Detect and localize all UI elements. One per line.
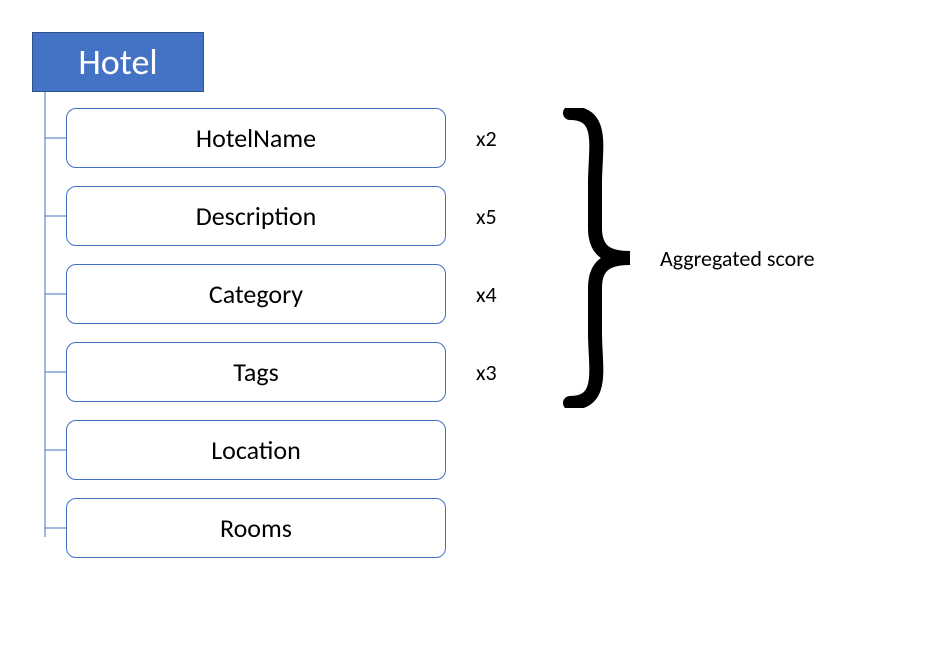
child-row: Category x4 — [66, 264, 516, 324]
child-nodes-container: HotelName x2 Description x5 Category x4 … — [66, 108, 516, 576]
child-label: Location — [211, 434, 301, 466]
root-node-hotel: Hotel — [32, 32, 204, 92]
child-node-location: Location — [66, 420, 446, 480]
child-row: Description x5 — [66, 186, 516, 246]
multiplier-label: x5 — [476, 203, 516, 230]
multiplier-label: x3 — [476, 359, 516, 386]
tree-connector-lines — [44, 92, 68, 582]
multiplier-label: x2 — [476, 125, 516, 152]
child-label: HotelName — [196, 122, 316, 154]
brace-icon — [560, 108, 650, 408]
child-label: Category — [209, 278, 303, 310]
root-label: Hotel — [78, 40, 157, 84]
child-node-tags: Tags — [66, 342, 446, 402]
child-node-rooms: Rooms — [66, 498, 446, 558]
child-node-hotelname: HotelName — [66, 108, 446, 168]
child-row: HotelName x2 — [66, 108, 516, 168]
child-label: Tags — [233, 356, 279, 388]
child-row: Location — [66, 420, 516, 480]
child-label: Rooms — [220, 512, 292, 544]
child-row: Tags x3 — [66, 342, 516, 402]
child-row: Rooms — [66, 498, 516, 558]
child-label: Description — [196, 200, 317, 232]
aggregated-score-label: Aggregated score — [660, 245, 815, 272]
child-node-description: Description — [66, 186, 446, 246]
multiplier-label: x4 — [476, 281, 516, 308]
child-node-category: Category — [66, 264, 446, 324]
